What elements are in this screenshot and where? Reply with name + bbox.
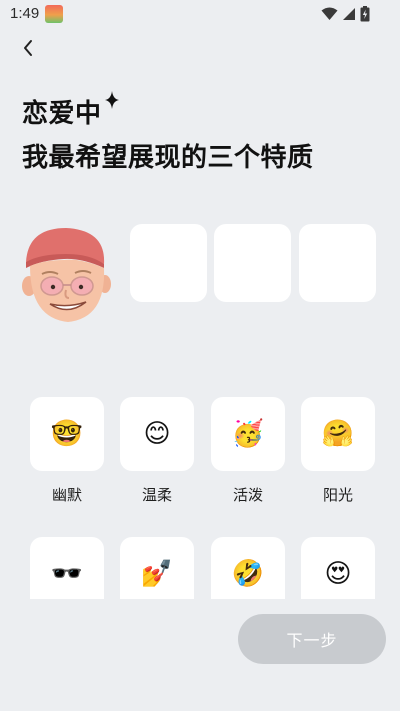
title-line-1: 恋爱中 bbox=[22, 91, 314, 136]
notification-app-icon bbox=[45, 5, 63, 23]
selected-slot-1[interactable] bbox=[130, 224, 207, 302]
trait-option-cool[interactable]: 🕶️ bbox=[30, 537, 104, 599]
status-bar: 1:49 bbox=[0, 0, 400, 28]
avatar bbox=[20, 222, 116, 326]
trait-label: 幽默 bbox=[51, 486, 82, 504]
rolling-laughing-icon: 🤣 bbox=[231, 559, 265, 589]
status-icons bbox=[321, 6, 370, 22]
trait-card: 🤓 bbox=[30, 397, 104, 471]
next-step-button[interactable]: 下一步 bbox=[238, 614, 386, 664]
hugging-face-icon: 🤗 bbox=[321, 419, 355, 449]
sparkle-icon bbox=[104, 91, 119, 109]
chevron-left-icon bbox=[24, 40, 32, 56]
trait-card: 😍 bbox=[301, 537, 375, 599]
nerd-face-icon: 🤓 bbox=[50, 419, 84, 449]
trait-card: 😊 bbox=[120, 397, 194, 471]
back-button[interactable] bbox=[16, 36, 40, 60]
title-text-1: 恋爱中 bbox=[22, 99, 102, 129]
trait-label: 阳光 bbox=[322, 486, 353, 504]
nail-polish-icon: 💅 bbox=[140, 559, 174, 589]
trait-label: 活泼 bbox=[232, 486, 263, 504]
trait-option-humor[interactable]: 🤓 幽默 bbox=[30, 397, 104, 505]
status-time: 1:49 bbox=[10, 5, 40, 22]
trait-card: 🕶️ bbox=[30, 537, 104, 599]
battery-icon bbox=[360, 6, 370, 22]
signal-icon bbox=[343, 8, 355, 20]
trait-card: 🤗 bbox=[301, 397, 375, 471]
trait-option-funny[interactable]: 🤣 bbox=[211, 537, 285, 599]
trait-card: 🥳 bbox=[211, 397, 285, 471]
trait-option-gentle[interactable]: 😊 温柔 bbox=[120, 397, 194, 505]
trait-grid: 🤓 幽默 😊 温柔 🥳 活泼 🤗 阳光 🕶️ 💅 🤣 😍 bbox=[0, 380, 400, 599]
selected-slot-2[interactable] bbox=[214, 224, 291, 302]
selected-slot-3[interactable] bbox=[299, 224, 376, 302]
trait-card: 🤣 bbox=[211, 537, 285, 599]
title-line-2: 我最希望展现的三个特质 bbox=[22, 143, 314, 173]
trait-option-romantic[interactable]: 😍 bbox=[301, 537, 375, 599]
wifi-icon bbox=[321, 7, 338, 20]
party-face-icon: 🥳 bbox=[231, 419, 265, 449]
page-title: 恋爱中 我最希望展现的三个特质 bbox=[22, 91, 314, 180]
trait-option-sunny[interactable]: 🤗 阳光 bbox=[301, 397, 375, 505]
trait-card: 💅 bbox=[120, 537, 194, 599]
smiling-face-icon: 😊 bbox=[143, 419, 171, 449]
trait-label: 温柔 bbox=[141, 486, 172, 504]
trait-option-elegant[interactable]: 💅 bbox=[120, 537, 194, 599]
trait-option-lively[interactable]: 🥳 活泼 bbox=[211, 397, 285, 505]
heart-eyes-icon: 😍 bbox=[324, 559, 352, 589]
sunglasses-icon: 🕶️ bbox=[50, 559, 84, 589]
